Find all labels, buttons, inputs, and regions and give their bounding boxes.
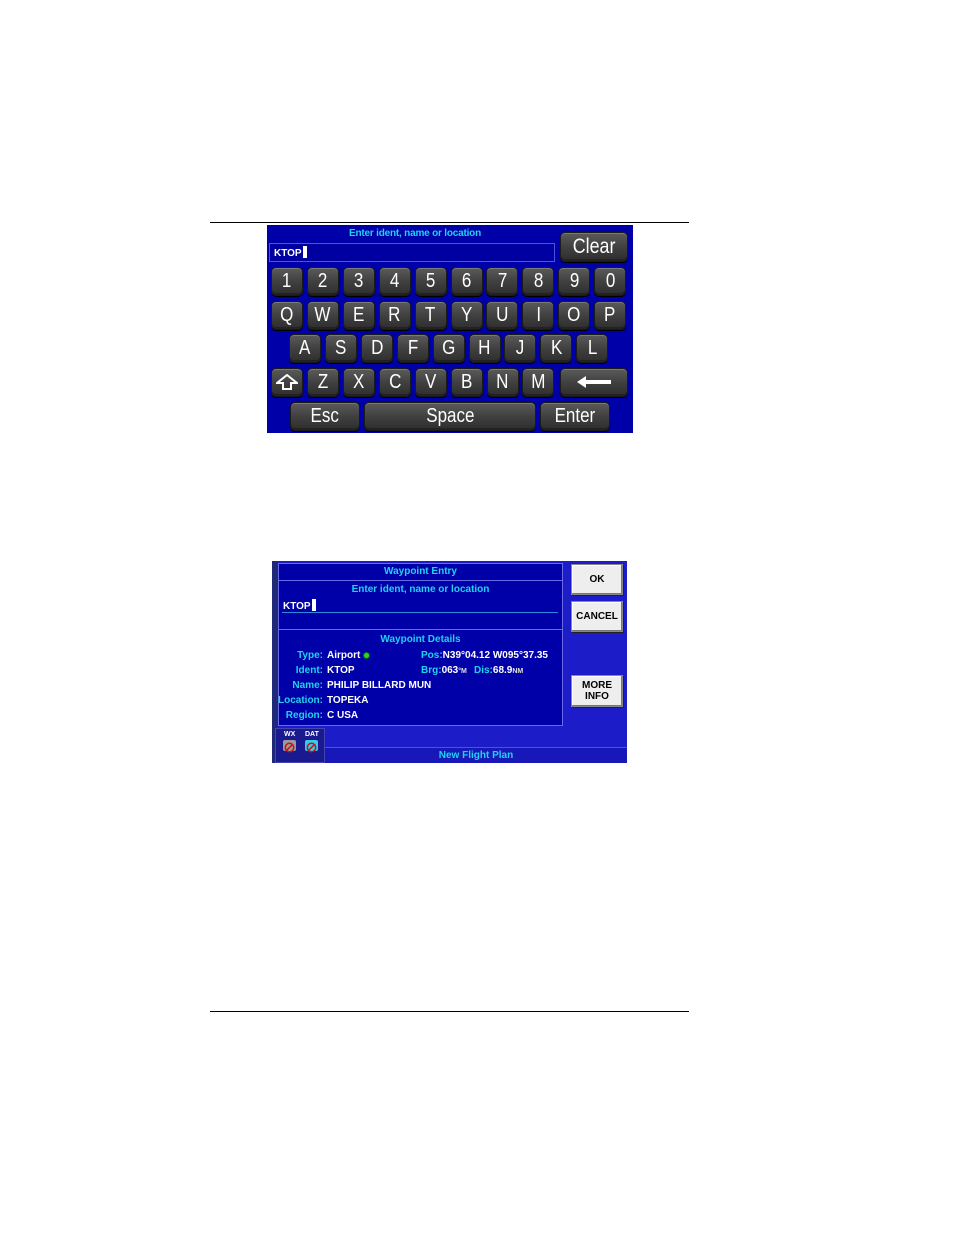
key-u[interactable]: U: [486, 301, 519, 330]
datalink-unavailable-icon: [305, 740, 318, 753]
clear-key[interactable]: Clear: [560, 232, 628, 262]
key-g[interactable]: G: [432, 334, 465, 363]
more-info-button[interactable]: MORE INFO: [571, 675, 623, 707]
waypoint-entry-screen: Waypoint Entry Enter ident, name or loca…: [272, 561, 627, 763]
text-cursor: [302, 246, 307, 258]
page-rule-top: [210, 222, 689, 223]
key-q[interactable]: Q: [271, 301, 303, 330]
key-p[interactable]: P: [594, 301, 627, 330]
input-prompt: Enter ident, name or location: [351, 584, 490, 595]
key-m[interactable]: M: [522, 368, 555, 397]
key-l[interactable]: L: [576, 334, 609, 363]
region-value: C USA: [327, 710, 359, 721]
key-4[interactable]: 4: [378, 267, 411, 296]
key-3[interactable]: 3: [342, 267, 375, 296]
weather-unavailable-icon: [283, 740, 296, 753]
brg-unit: °M: [458, 668, 467, 675]
key-i[interactable]: I: [522, 301, 555, 330]
key-c[interactable]: C: [378, 368, 411, 397]
page-rule-bottom: [210, 1011, 689, 1012]
brg-value: 063: [441, 665, 459, 676]
key-v[interactable]: V: [414, 368, 447, 397]
divider: [279, 580, 562, 581]
flight-plan-bar[interactable]: New Flight Plan: [325, 747, 627, 763]
key-b[interactable]: B: [450, 368, 483, 397]
wx-label: WX: [284, 731, 296, 738]
status-indicators: WX DAT: [275, 728, 325, 763]
key-r[interactable]: R: [378, 301, 411, 330]
esc-key[interactable]: Esc: [290, 402, 360, 431]
enter-key[interactable]: Enter: [540, 402, 610, 431]
backspace-key[interactable]: [560, 368, 628, 397]
ident-input-value: KTOP: [274, 248, 302, 259]
cancel-button[interactable]: CANCEL: [571, 601, 623, 632]
key-z[interactable]: Z: [307, 368, 339, 397]
input-prompt: Enter ident, name or location: [349, 228, 481, 239]
key-f[interactable]: F: [396, 334, 429, 363]
brg-row: Brg:063°M: [421, 665, 467, 676]
key-o[interactable]: O: [558, 301, 591, 330]
key-d[interactable]: D: [360, 334, 393, 363]
waypoint-panel: Waypoint Entry Enter ident, name or loca…: [278, 563, 563, 726]
space-key[interactable]: Space: [364, 402, 536, 431]
divider: [279, 629, 562, 630]
key-0[interactable]: 0: [594, 267, 627, 296]
key-k[interactable]: K: [540, 334, 573, 363]
ident-input[interactable]: KTOP: [283, 599, 316, 612]
details-title: Waypoint Details: [380, 634, 461, 645]
key-2[interactable]: 2: [306, 267, 339, 296]
key-9[interactable]: 9: [558, 267, 591, 296]
key-8[interactable]: 8: [522, 267, 555, 296]
key-y[interactable]: Y: [450, 301, 483, 330]
location-value: TOPEKA: [327, 695, 369, 706]
key-1[interactable]: 1: [271, 267, 303, 296]
dat-label: DAT: [305, 731, 319, 738]
ident-input-value: KTOP: [283, 601, 311, 612]
key-5[interactable]: 5: [414, 267, 447, 296]
type-row: Type:: [297, 650, 323, 661]
key-t[interactable]: T: [414, 301, 447, 330]
key-w[interactable]: W: [306, 301, 339, 330]
dis-unit: NM: [512, 668, 524, 675]
key-x[interactable]: X: [342, 368, 375, 397]
key-7[interactable]: 7: [486, 267, 519, 296]
location-row: Location:: [278, 695, 323, 706]
shift-key[interactable]: [271, 368, 303, 397]
text-cursor: [311, 599, 316, 611]
key-j[interactable]: J: [504, 334, 537, 363]
dis-row: Dis:68.9NM: [474, 665, 524, 676]
keyboard-screen: Enter ident, name or location KTOP Clear…: [267, 225, 633, 433]
ident-input[interactable]: KTOP: [269, 243, 555, 262]
shift-up-arrow-icon: [274, 373, 300, 390]
pos-row: Pos:N39°04.12 W095°37.35: [421, 650, 548, 661]
flight-plan-label: New Flight Plan: [438, 750, 514, 761]
key-s[interactable]: S: [324, 334, 357, 363]
ok-button[interactable]: OK: [571, 564, 623, 595]
status-dot-icon: [363, 652, 371, 659]
region-row: Region:: [285, 710, 323, 721]
ident-row: Ident:: [295, 665, 323, 676]
type-value: Airport: [327, 650, 361, 661]
left-arrow-icon: [577, 376, 611, 388]
name-row: Name:: [292, 680, 323, 691]
key-n[interactable]: N: [486, 368, 519, 397]
name-value: PHILIP BILLARD MUN: [327, 680, 432, 691]
panel-title: Waypoint Entry: [384, 566, 457, 577]
input-underline: [282, 612, 558, 613]
ident-value: KTOP: [327, 665, 355, 676]
pos-value: N39°04.12 W095°37.35: [442, 650, 548, 661]
key-6[interactable]: 6: [450, 267, 483, 296]
key-e[interactable]: E: [342, 301, 375, 330]
key-a[interactable]: A: [289, 334, 321, 363]
dis-value: 68.9: [492, 665, 513, 676]
key-h[interactable]: H: [468, 334, 501, 363]
